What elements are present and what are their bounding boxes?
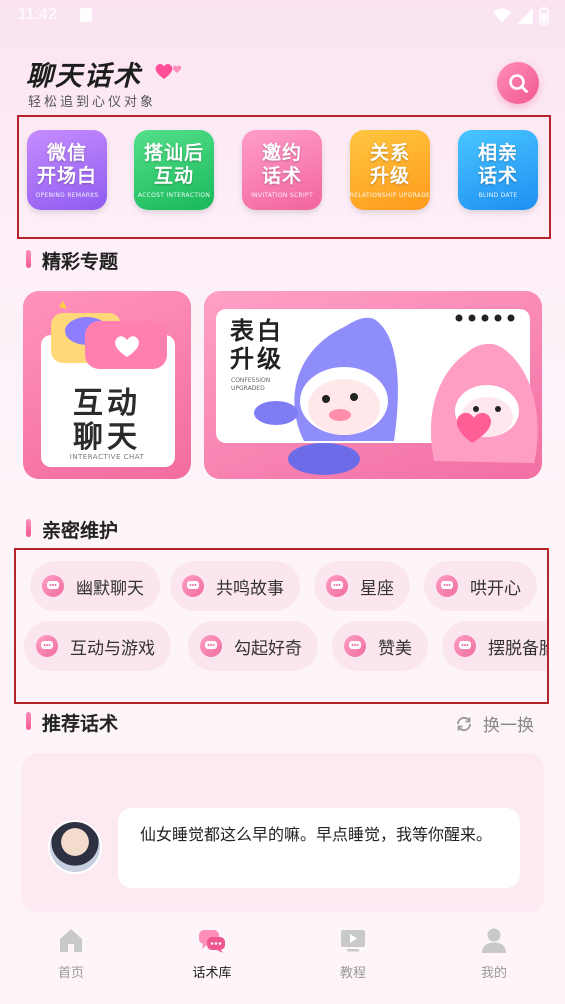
tab-script-library[interactable]: 话术库 bbox=[172, 926, 252, 981]
tag-label: 互动与游戏 bbox=[70, 638, 155, 659]
category-subtitle: RELATIONSHIP UPGRADE bbox=[349, 191, 431, 199]
wifi-icon bbox=[493, 8, 511, 23]
category-tile-accost[interactable]: 搭讪后 互动 ACCOST INTERACTION bbox=[134, 130, 214, 210]
tag-humor[interactable]: 幽默聊天 bbox=[30, 561, 160, 611]
status-icons bbox=[493, 7, 549, 25]
category-subtitle: INVITATION SCRIPT bbox=[251, 191, 313, 199]
chat-bubble-icon bbox=[436, 575, 458, 597]
tag-label: 星座 bbox=[360, 578, 394, 599]
chat-bubble-icon bbox=[42, 575, 64, 597]
search-button[interactable] bbox=[497, 62, 539, 104]
tab-label: 教程 bbox=[339, 966, 366, 981]
refresh-label: 换一换 bbox=[483, 716, 534, 736]
category-subtitle: OPENING REMARKS bbox=[35, 191, 99, 199]
tab-tutorial[interactable]: 教程 bbox=[313, 926, 393, 981]
chat-bubble-icon bbox=[454, 635, 476, 657]
tag-label: 摆脱备胎 bbox=[488, 638, 547, 659]
tag-label: 共鸣故事 bbox=[216, 578, 284, 599]
tab-home[interactable]: 首页 bbox=[31, 926, 111, 981]
tag-curiosity[interactable]: 勾起好奇 bbox=[188, 621, 318, 671]
category-title: 搭讪后 互动 bbox=[143, 141, 204, 187]
category-tile-opening[interactable]: 微信 开场白 OPENING REMARKS bbox=[27, 130, 107, 210]
tag-label: 勾起好奇 bbox=[234, 638, 302, 659]
tab-label: 我的 bbox=[480, 966, 507, 981]
user-icon bbox=[482, 928, 506, 953]
status-time: 11:42 bbox=[18, 6, 57, 23]
featured-card-confession[interactable]: 表白 升级 CONFESSION UPGRADED bbox=[204, 291, 542, 479]
section-title-recommend: 推荐话术 bbox=[26, 709, 118, 736]
tag-label: 哄开心 bbox=[470, 578, 521, 599]
tab-profile[interactable]: 我的 bbox=[454, 926, 534, 981]
tab-label: 话术库 bbox=[192, 966, 232, 981]
featured-left-subtitle: INTERACTIVE CHAT bbox=[69, 453, 145, 461]
featured-right-subtitle: CONFESSION UPGRADED bbox=[231, 377, 271, 392]
tag-praise[interactable]: 赞美 bbox=[332, 621, 428, 671]
search-icon bbox=[509, 74, 528, 93]
chat-bubble-icon bbox=[200, 635, 222, 657]
intimacy-tags: 幽默聊天 共鸣故事 星座 哄开心 互动与游戏 勾起好奇 赞美 摆脱备胎 bbox=[14, 548, 549, 704]
category-title: 相亲 话术 bbox=[477, 141, 518, 187]
chat-bubble-icon bbox=[344, 635, 366, 657]
home-icon bbox=[60, 929, 82, 952]
category-subtitle: BLIND DATE bbox=[478, 191, 518, 199]
tab-label: 首页 bbox=[57, 966, 84, 981]
bottom-tabbar: 首页 话术库 教程 我的 bbox=[0, 912, 565, 1004]
signal-icon bbox=[517, 8, 533, 24]
section-title-intimacy: 亲密维护 bbox=[26, 516, 118, 543]
chat-bubble-icon bbox=[182, 575, 204, 597]
category-title: 邀约 话术 bbox=[261, 141, 302, 187]
app-subtitle: 轻松追到心仪对象 bbox=[28, 95, 157, 110]
status-bar: 11:42 bbox=[0, 0, 565, 32]
notification-icon bbox=[80, 8, 92, 22]
category-tile-relationship[interactable]: 关系 升级 RELATIONSHIP UPGRADE bbox=[350, 130, 430, 210]
tag-label: 幽默聊天 bbox=[76, 578, 144, 599]
app-title: 聊天话术 bbox=[26, 61, 142, 92]
tag-interaction-games[interactable]: 互动与游戏 bbox=[24, 621, 171, 671]
refresh-icon bbox=[457, 716, 471, 731]
category-tile-blind-date[interactable]: 相亲 话术 BLIND DATE bbox=[458, 130, 538, 210]
play-screen-icon bbox=[341, 930, 365, 952]
category-row: 微信 开场白 OPENING REMARKS 搭讪后 互动 ACCOST INTER… bbox=[17, 115, 551, 239]
category-title: 微信 开场白 bbox=[36, 141, 97, 187]
message-bubble[interactable]: 仙女睡觉都这么早的嘛。早点睡觉，我等你醒来。 bbox=[118, 808, 520, 888]
category-title: 关系 升级 bbox=[369, 141, 410, 187]
featured-right-title: 表白 升级 bbox=[230, 317, 284, 373]
category-tile-invitation[interactable]: 邀约 话术 INVITATION SCRIPT bbox=[242, 130, 322, 210]
refresh-button[interactable]: 换一换 bbox=[455, 711, 534, 736]
tag-zodiac[interactable]: 星座 bbox=[314, 561, 410, 611]
tag-resonance-story[interactable]: 共鸣故事 bbox=[170, 561, 300, 611]
chat-bubbles-icon bbox=[199, 930, 225, 953]
tag-make-happy[interactable]: 哄开心 bbox=[424, 561, 537, 611]
section-title-featured: 精彩专题 bbox=[26, 247, 118, 274]
featured-card-interactive-chat[interactable]: 互动 聊天 INTERACTIVE CHAT bbox=[23, 291, 191, 479]
category-subtitle: ACCOST INTERACTION bbox=[137, 191, 211, 199]
battery-icon bbox=[539, 7, 549, 25]
heart-icon bbox=[155, 64, 182, 79]
featured-left-title: 互动 聊天 bbox=[73, 386, 141, 455]
tag-label: 赞美 bbox=[378, 638, 412, 659]
chat-bubble-icon bbox=[36, 635, 58, 657]
avatar bbox=[48, 820, 102, 874]
tag-escape-backup[interactable]: 摆脱备胎 bbox=[442, 621, 547, 671]
chat-bubble-icon bbox=[326, 575, 348, 597]
